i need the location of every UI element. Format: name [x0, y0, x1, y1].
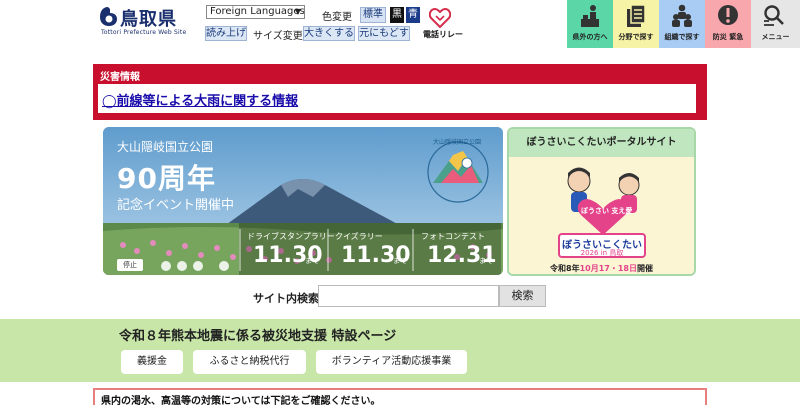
drought-heat-notice: 県内の渇水、高温等の対策については下記をご確認ください。: [93, 388, 707, 405]
event-name: ドライブスタンプラリー: [247, 232, 335, 241]
slide-park-name: 大山隠岐国立公園: [117, 140, 214, 154]
slide-anniversary-title: 90周年: [117, 162, 216, 195]
park-anniversary-slide[interactable]: 大山隠岐国立公園 90周年 記念イベント開催中 大山隠岐国立公園 ドライブスタン…: [103, 127, 503, 275]
date-prefix: 令和8年: [550, 264, 580, 273]
site-search-button[interactable]: 検索: [499, 285, 546, 307]
site-search-label: サイト内検索: [253, 292, 319, 305]
nav-tile-label: 組織で探す: [664, 33, 700, 41]
slideshow-pause-button[interactable]: 停止: [117, 259, 143, 271]
portal-title: ぼうさいこくたいポータルサイト: [509, 129, 694, 157]
heavy-rain-info-link[interactable]: ◯前線等による大雨に関する情報: [102, 90, 298, 109]
event-until: まで: [479, 257, 493, 265]
nav-tile-disaster-emergency[interactable]: 防災 緊急: [705, 0, 751, 48]
event-until: まで: [393, 257, 407, 265]
site-logo-name: 鳥取県: [120, 9, 177, 30]
drought-heat-notice-text: 県内の渇水、高温等の対策については下記をご確認ください。: [101, 396, 381, 405]
nav-tile-label: 分野で探す: [618, 33, 654, 41]
bousai-kokutai-portal-banner[interactable]: ぼうさいこくたいポータルサイト ぼうさい 支え愛 ぼうさいこくたい 2026 i…: [507, 127, 696, 276]
nav-tile-label: 防災 緊急: [712, 33, 744, 41]
nav-tile-menu[interactable]: メニュー: [751, 0, 800, 48]
foreign-languages-select[interactable]: Foreign Languages ▼: [206, 5, 305, 19]
tottori-logo-mark-icon: [100, 7, 117, 26]
nav-tile-label: メニュー: [761, 33, 790, 41]
site-search-input[interactable]: [318, 285, 499, 307]
color-standard-button[interactable]: 標準: [360, 7, 386, 23]
volunteer-support-button[interactable]: ボランティア活動応援事業: [316, 350, 467, 374]
foreign-languages-value: Foreign Languages: [210, 6, 305, 17]
slide-indicator-dot[interactable]: [219, 261, 229, 271]
heart-slogan: ぼうさい 支え愛: [581, 207, 633, 215]
text-size-label: サイズ変更: [253, 31, 303, 42]
site-logo[interactable]: 鳥取県 Tottori Prefecture Web Site: [99, 5, 201, 39]
read-aloud-button[interactable]: 読み上げ: [205, 26, 247, 41]
telephone-relay-heart-icon: [429, 8, 451, 28]
slide-indicator-dot[interactable]: [161, 261, 171, 271]
bousai-kokutai-badge: ぼうさいこくたい 2026 in 鳥取: [558, 233, 646, 258]
disaster-info-body: ◯前線等による大雨に関する情報: [98, 84, 696, 113]
event-name: フォトコンテスト: [421, 232, 485, 241]
disaster-info-panel: 災害情報 ◯前線等による大雨に関する情報: [93, 64, 707, 120]
site-logo-subtitle: Tottori Prefecture Web Site: [101, 29, 187, 36]
nav-tile-label: 県外の方へ: [572, 33, 608, 41]
date-suffix: 開催: [636, 264, 653, 273]
telephone-relay-label: 電話リレー: [423, 30, 463, 39]
color-blue-button[interactable]: 青: [406, 7, 420, 23]
visitor-podium-icon: [581, 5, 599, 27]
slide-indicator-dot[interactable]: [193, 261, 203, 271]
badge-subtitle: 2026 in 鳥取: [580, 249, 624, 257]
portal-image: ぼうさい 支え愛 ぼうさいこくたい 2026 in 鳥取 令和8年10月17・1…: [509, 157, 694, 274]
event-until: まで: [305, 257, 319, 265]
earthquake-support-title: 令和８年熊本地震に係る被災地支援 特設ページ: [119, 329, 397, 344]
portal-event-date: 令和8年10月17・18日開催: [509, 263, 694, 274]
site-header: 鳥取県 Tottori Prefecture Web Site Foreign …: [0, 0, 800, 48]
disaster-info-title: 災害情報: [100, 72, 140, 83]
nav-tile-by-organization[interactable]: 組織で探す: [659, 0, 705, 48]
slide-event-title: 記念イベント開催中: [117, 198, 235, 213]
slide-indicator-dot[interactable]: [177, 261, 187, 271]
nav-tile-by-field[interactable]: 分野で探す: [613, 0, 659, 48]
text-bigger-button[interactable]: 大きくする: [303, 26, 355, 41]
chevron-down-icon: ▼: [294, 7, 301, 16]
color-change-label: 色変更: [322, 12, 352, 23]
organization-people-icon: [672, 4, 692, 27]
slide-emblem-text: 大山隠岐国立公園: [433, 139, 482, 146]
date-highlight: 10月17・18日: [579, 264, 637, 273]
telephone-relay-link[interactable]: 電話リレー: [423, 8, 463, 40]
heart-icon: [577, 199, 629, 235]
color-black-button[interactable]: 黒: [390, 7, 404, 23]
nav-tile-outside-visitors[interactable]: 県外の方へ: [567, 0, 613, 48]
earthquake-support-section: 令和８年熊本地震に係る被災地支援 特設ページ 義援金 ふるさと納税代行 ボランテ…: [0, 319, 800, 382]
search-menu-icon: [764, 5, 784, 26]
event-name: クイズラリー: [335, 232, 383, 241]
furusato-tax-proxy-button[interactable]: ふるさと納税代行: [193, 350, 306, 374]
documents-icon: [627, 4, 646, 27]
text-reset-button[interactable]: 元にもどす: [358, 26, 410, 41]
exclamation-icon: [718, 5, 738, 25]
donation-button[interactable]: 義援金: [121, 350, 183, 374]
